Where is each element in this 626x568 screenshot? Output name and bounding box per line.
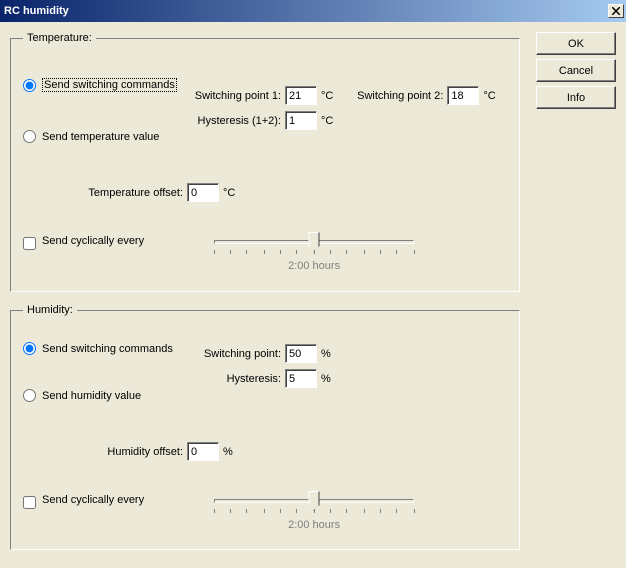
- hum-cyclic-slider[interactable]: [214, 489, 414, 517]
- hum-radio-switching[interactable]: [23, 342, 36, 355]
- temp-radio-value-label: Send temperature value: [42, 131, 159, 143]
- temp-offset-unit: °C: [223, 187, 235, 199]
- temp-radio-switching[interactable]: [23, 79, 36, 92]
- ok-button[interactable]: OK: [536, 32, 616, 55]
- temp-sp1-label: Switching point 1:: [186, 90, 281, 102]
- temp-sp1-input[interactable]: [285, 86, 317, 105]
- hum-offset-input[interactable]: [187, 442, 219, 461]
- temp-hyst-unit: °C: [321, 115, 333, 127]
- hum-cyclic-label: Send cyclically every: [42, 494, 144, 506]
- temp-sp2-label: Switching point 2:: [343, 90, 443, 102]
- temp-sp2-unit: °C: [483, 90, 495, 102]
- temp-hyst-input[interactable]: [285, 111, 317, 130]
- hum-hyst-unit: %: [321, 373, 331, 385]
- temp-offset-input[interactable]: [187, 183, 219, 202]
- temp-radio-value[interactable]: [23, 130, 36, 143]
- humidity-legend: Humidity:: [23, 304, 77, 316]
- title-bar: RC humidity: [0, 0, 626, 22]
- window-title: RC humidity: [4, 5, 69, 17]
- hum-sp-label: Switching point:: [196, 348, 281, 360]
- hum-sp-unit: %: [321, 348, 331, 360]
- hum-offset-unit: %: [223, 446, 233, 458]
- hum-radio-value-label: Send humidity value: [42, 390, 141, 402]
- temp-cyclic-label: Send cyclically every: [42, 235, 144, 247]
- hum-cyclic-checkbox[interactable]: [23, 496, 36, 509]
- cancel-button[interactable]: Cancel: [536, 59, 616, 82]
- temp-hyst-label: Hysteresis (1+2):: [186, 115, 281, 127]
- humidity-group: Humidity: Send switching commands Switch…: [10, 304, 520, 550]
- temp-cyclic-checkbox[interactable]: [23, 237, 36, 250]
- info-button[interactable]: Info: [536, 86, 616, 109]
- temp-offset-label: Temperature offset:: [23, 187, 183, 199]
- hum-cyclic-caption: 2:00 hours: [214, 519, 414, 531]
- temp-cyclic-slider[interactable]: [214, 230, 414, 258]
- temp-sp1-unit: °C: [321, 90, 333, 102]
- hum-radio-switching-label: Send switching commands: [42, 343, 173, 355]
- hum-hyst-label: Hysteresis:: [196, 373, 281, 385]
- close-icon: [612, 7, 620, 15]
- temp-cyclic-caption: 2:00 hours: [214, 260, 414, 272]
- hum-sp-input[interactable]: [285, 344, 317, 363]
- temperature-group: Temperature: Send switching commands Swi…: [10, 32, 520, 292]
- hum-offset-label: Humidity offset:: [23, 446, 183, 458]
- temp-radio-switching-label: Send switching commands: [42, 78, 177, 92]
- hum-radio-value[interactable]: [23, 389, 36, 402]
- temperature-legend: Temperature:: [23, 32, 96, 44]
- close-button[interactable]: [608, 4, 624, 18]
- hum-hyst-input[interactable]: [285, 369, 317, 388]
- temp-sp2-input[interactable]: [447, 86, 479, 105]
